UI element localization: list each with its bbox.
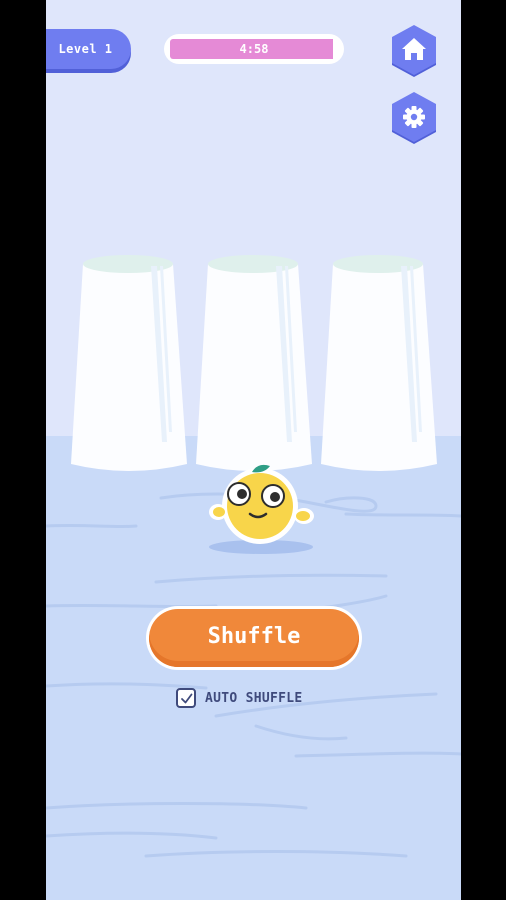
level-label: Level 1 xyxy=(58,42,113,56)
level-indicator: Level 1 xyxy=(46,29,131,69)
game-screen: Level 1 4:58 Shuffle AUTO SHUFFLE xyxy=(46,0,461,900)
cup-middle[interactable] xyxy=(194,252,314,480)
gear-icon xyxy=(392,92,436,144)
shuffle-button[interactable]: Shuffle xyxy=(146,606,362,670)
cup-shape xyxy=(321,255,437,471)
timer-track: 4:58 xyxy=(170,39,338,59)
checkmark-icon xyxy=(180,693,192,703)
cup-shape xyxy=(71,255,187,471)
lemon-character xyxy=(204,458,318,556)
home-icon xyxy=(392,25,436,77)
timer-bar: 4:58 xyxy=(164,34,344,64)
settings-button[interactable] xyxy=(388,90,440,146)
auto-shuffle-label: AUTO SHUFFLE xyxy=(205,690,303,706)
timer-text: 4:58 xyxy=(239,42,269,56)
auto-shuffle-toggle[interactable]: AUTO SHUFFLE xyxy=(176,687,303,709)
cup-shape xyxy=(196,255,312,471)
letterbox-right xyxy=(461,0,506,900)
lemon-character-art xyxy=(209,464,314,554)
letterbox-left xyxy=(0,0,46,900)
shuffle-button-face: Shuffle xyxy=(149,609,359,667)
shuffle-label: Shuffle xyxy=(207,623,301,649)
auto-shuffle-checkbox[interactable] xyxy=(176,688,196,708)
cup-right[interactable] xyxy=(319,252,439,480)
home-button[interactable] xyxy=(388,23,440,79)
cup-left[interactable] xyxy=(69,252,189,480)
